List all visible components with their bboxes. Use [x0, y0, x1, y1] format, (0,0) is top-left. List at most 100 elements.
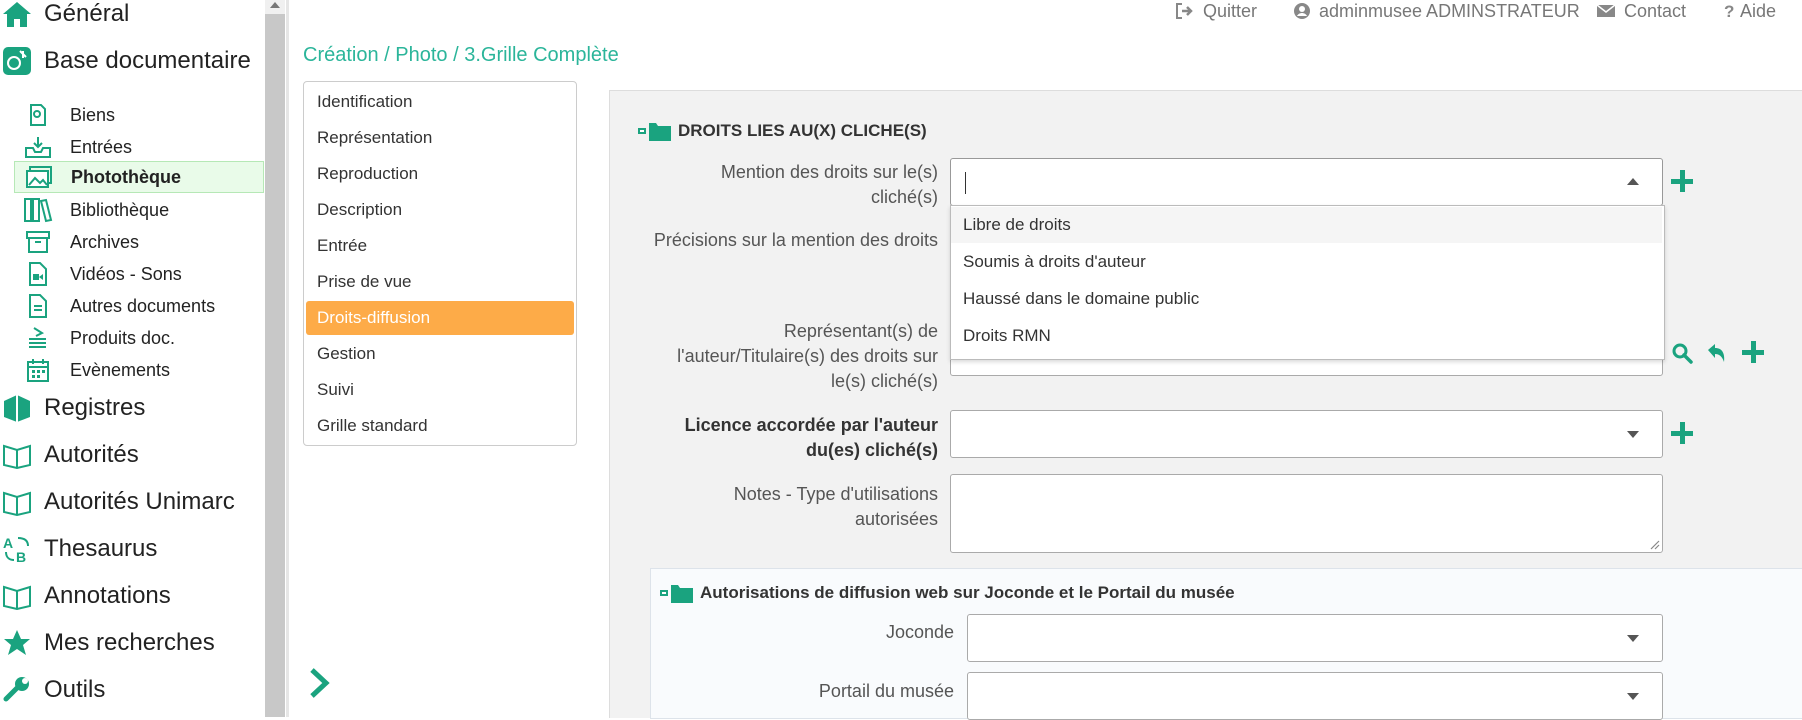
dropdown-option[interactable]: Soumis à droits d'auteur: [951, 244, 1662, 280]
open-book-icon: [0, 579, 34, 613]
notes-label-line: autorisées: [854, 509, 938, 529]
nav-mes-recherches-label: Mes recherches: [44, 629, 215, 656]
video-file-icon: [22, 259, 54, 289]
nav-annotations-label: Annotations: [44, 582, 171, 609]
sidebar-item-archives[interactable]: Archives: [22, 227, 262, 257]
nav-base-documentaire-label: Base documentaire: [44, 47, 251, 74]
notes-label-line: Notes - Type d'utilisations: [733, 484, 938, 504]
portail-musee-select[interactable]: [967, 672, 1663, 720]
home-icon: [0, 0, 34, 31]
nav-autorites[interactable]: Autorités: [0, 437, 139, 473]
tab-representation[interactable]: Représentation: [306, 121, 574, 155]
add-representant-plus-icon[interactable]: [1742, 341, 1764, 363]
sidebar-item-phototheque[interactable]: Photothèque: [14, 161, 264, 193]
sidebar-item-label: Biens: [70, 104, 116, 125]
section-droits-title: DROITS LIES AU(X) CLICHE(S): [678, 121, 927, 140]
representant-label-line: Représentant(s) de: [783, 321, 938, 341]
sidebar-item-produits-doc[interactable]: Produits doc.: [22, 323, 262, 353]
mention-droits-label-line: cliché(s): [870, 187, 938, 207]
nav-general[interactable]: Général: [0, 0, 129, 32]
tab-description[interactable]: Description: [306, 193, 574, 227]
sidebar-item-label: Evènements: [70, 359, 171, 380]
expand-chevron-icon[interactable]: [306, 666, 332, 705]
licence-select[interactable]: [950, 410, 1663, 458]
nav-base-documentaire[interactable]: Base documentaire: [0, 43, 251, 79]
notes-utilisations-label: Notes - Type d'utilisations autorisées: [640, 482, 938, 532]
tab-reproduction[interactable]: Reproduction: [306, 157, 574, 191]
contact-link[interactable]: Contact: [1596, 0, 1686, 22]
joconde-label: Joconde: [885, 622, 954, 642]
nav-mes-recherches[interactable]: Mes recherches: [0, 625, 215, 661]
sidebar-item-entrees[interactable]: Entrées: [22, 132, 262, 162]
svg-text:A: A: [3, 535, 13, 551]
svg-text:B: B: [16, 549, 26, 564]
caret-down-icon: [1627, 693, 1639, 700]
nav-thesaurus[interactable]: AB Thesaurus: [0, 531, 157, 567]
sidebar-item-videos-sons[interactable]: Vidéos - Sons: [22, 259, 262, 289]
tab-droits-diffusion[interactable]: Droits-diffusion: [306, 301, 574, 335]
add-mention-plus-icon[interactable]: [1671, 170, 1693, 192]
notes-textarea[interactable]: [950, 474, 1663, 553]
joconde-select[interactable]: [967, 614, 1663, 662]
text-cursor: [965, 172, 966, 194]
record-tabs-menu: Identification Représentation Reproducti…: [303, 81, 577, 446]
section-web-diffusion-header[interactable]: Autorisations de diffusion web sur Jocon…: [660, 582, 1235, 604]
quit-link[interactable]: Quitter: [1175, 0, 1257, 22]
collapse-folder-icon: [660, 582, 694, 604]
museum-doc-icon: [0, 44, 34, 78]
caret-down-icon: [1627, 431, 1639, 438]
inbox-icon: [22, 132, 54, 162]
representant-label: Représentant(s) de l'auteur/Titulaire(s)…: [640, 319, 938, 394]
breadcrumb[interactable]: Création / Photo / 3.Grille Complète: [303, 44, 619, 67]
nav-general-label: Général: [44, 0, 130, 27]
open-book-icon: [0, 485, 34, 519]
add-licence-plus-icon[interactable]: [1671, 422, 1693, 444]
search-icon[interactable]: [1671, 342, 1693, 369]
sidebar-item-evenements[interactable]: Evènements: [22, 355, 262, 385]
tab-gestion[interactable]: Gestion: [306, 337, 574, 371]
tab-suivi[interactable]: Suivi: [306, 373, 574, 407]
nav-outils-label: Outils: [44, 676, 106, 703]
sidebar-item-label: Autres documents: [70, 295, 216, 316]
question-icon: ?: [1724, 2, 1736, 20]
dropdown-option[interactable]: Libre de droits: [951, 207, 1662, 243]
mention-droits-label: Mention des droits sur le(s) cliché(s): [640, 160, 938, 210]
sidebar-item-label: Photothèque: [71, 166, 181, 187]
stack-doc-icon: [22, 323, 54, 353]
dropdown-option[interactable]: Haussé dans le domaine public: [951, 281, 1662, 317]
user-menu[interactable]: adminmusee ADMINSTRATEUR: [1293, 0, 1580, 22]
sidebar-item-label: Archives: [70, 231, 140, 252]
sidebar-scrollbar[interactable]: [265, 0, 285, 717]
sidebar-item-label: Vidéos - Sons: [70, 263, 182, 284]
nav-outils[interactable]: Outils: [0, 672, 105, 708]
user-circle-icon: [1293, 2, 1311, 20]
translate-icon: AB: [0, 532, 34, 566]
tab-prise-de-vue[interactable]: Prise de vue: [306, 265, 574, 299]
open-book-icon: [0, 438, 34, 472]
tab-identification[interactable]: Identification: [306, 85, 574, 119]
dropdown-option[interactable]: Droits RMN: [951, 318, 1662, 354]
nav-registres[interactable]: Registres: [0, 390, 145, 426]
quit-label: Quitter: [1203, 0, 1258, 21]
images-icon: [23, 162, 55, 192]
sidebar-item-autres-documents[interactable]: Autres documents: [22, 291, 262, 321]
svg-text:?: ?: [1724, 2, 1734, 20]
mention-droits-dropdown-list: Libre de droits Soumis à droits d'auteur…: [950, 205, 1665, 360]
resize-handle-icon[interactable]: [1648, 538, 1660, 550]
mention-droits-select[interactable]: [950, 158, 1663, 206]
nav-registres-label: Registres: [44, 394, 146, 421]
sidebar-item-biens[interactable]: Biens: [22, 100, 262, 130]
nav-annotations[interactable]: Annotations: [0, 578, 171, 614]
section-droits-header[interactable]: DROITS LIES AU(X) CLICHE(S): [638, 120, 927, 142]
tab-grille-standard[interactable]: Grille standard: [306, 409, 574, 443]
nav-autorites-label: Autorités: [44, 441, 139, 468]
tab-entree[interactable]: Entrée: [306, 229, 574, 263]
help-link[interactable]: ? Aide: [1724, 0, 1776, 22]
scrollbar-up-button[interactable]: [265, 0, 285, 14]
representant-label-line: le(s) cliché(s): [830, 371, 938, 391]
undo-arrow-icon[interactable]: [1705, 341, 1729, 370]
sidebar-item-bibliotheque[interactable]: Bibliothèque: [22, 195, 262, 225]
portail-musee-label: Portail du musée: [818, 681, 954, 701]
nav-autorites-unimarc[interactable]: Autorités Unimarc: [0, 484, 235, 520]
document-icon: [22, 291, 54, 321]
